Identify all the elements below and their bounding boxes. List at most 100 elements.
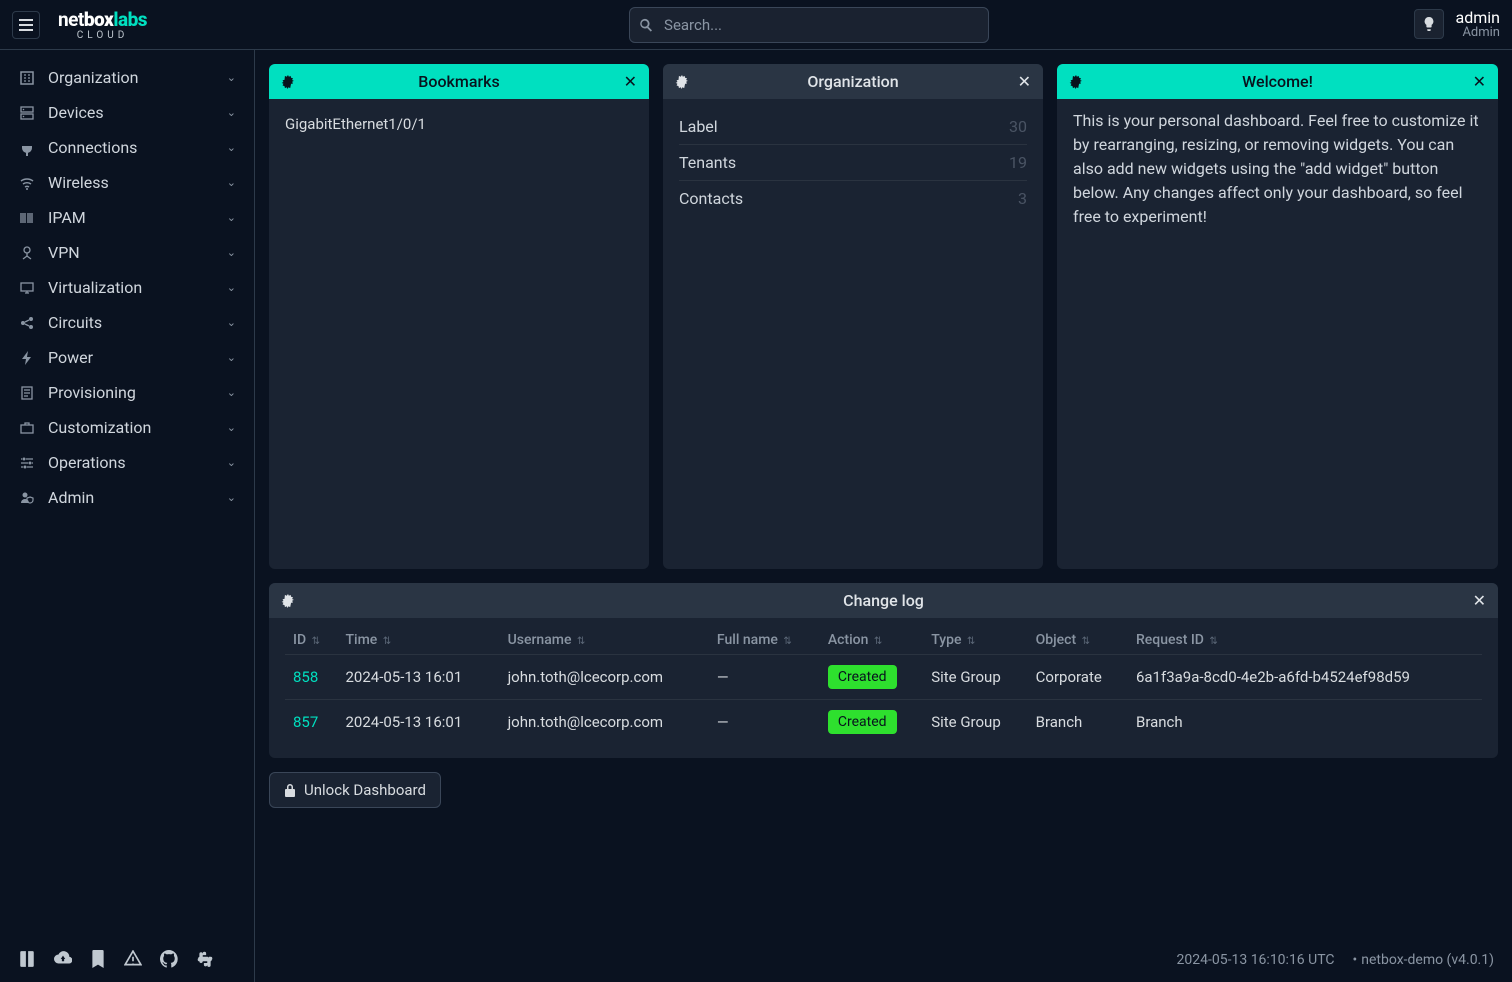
sidebar-item-vpn[interactable]: VPN⌄ [0, 235, 254, 270]
sidebar-item-virtualization[interactable]: Virtualization ⌄ [0, 270, 254, 305]
widget-header[interactable]: Bookmarks ✕ [269, 64, 649, 99]
widget-header[interactable]: Welcome! ✕ [1057, 64, 1498, 99]
alert-icon[interactable] [124, 950, 142, 968]
changelog-id-link[interactable]: 858 [293, 668, 318, 686]
column-header[interactable]: Type ⇅ [923, 626, 1027, 655]
widget-title: Organization [807, 72, 898, 91]
chevron-down-icon: ⌄ [227, 281, 236, 294]
theme-toggle[interactable] [1414, 9, 1444, 39]
close-icon[interactable]: ✕ [1018, 72, 1031, 91]
sidebar-item-label: Connections [48, 138, 137, 157]
close-icon[interactable]: ✕ [624, 72, 637, 91]
docs-icon[interactable] [18, 950, 36, 968]
cloud-icon[interactable] [54, 950, 72, 968]
gear-icon[interactable] [1069, 75, 1083, 89]
sidebar-item-connections[interactable]: Connections ⌄ [0, 130, 254, 165]
sort-icon: ⇅ [577, 636, 585, 647]
cell-type: Site Group [923, 655, 1027, 700]
sidebar-item-admin[interactable]: Admin⌄ [0, 480, 254, 515]
sidebar-item-label: Customization [48, 418, 151, 437]
column-header[interactable]: Username ⇅ [500, 626, 709, 655]
menu-icon [19, 19, 33, 31]
sidebar-item-provisioning[interactable]: Provisioning⌄ [0, 375, 254, 410]
widget-bookmarks: Bookmarks ✕ GigabitEthernet1/0/1 [269, 64, 649, 569]
chevron-down-icon: ⌄ [227, 176, 236, 189]
clipboard-icon [18, 385, 36, 401]
sort-icon: ⇅ [874, 636, 882, 647]
unlock-dashboard-button[interactable]: Unlock Dashboard [269, 772, 441, 808]
table-row: 8572024-05-13 16:01john.toth@lcecorp.com… [285, 700, 1482, 745]
slack-icon[interactable] [196, 950, 214, 968]
github-icon[interactable] [160, 950, 178, 968]
sidebar-item-organization[interactable]: Organization⌄ [0, 60, 254, 95]
widget-title: Change log [843, 591, 924, 610]
user-menu[interactable]: admin Admin [1456, 9, 1500, 41]
changelog-id-link[interactable]: 857 [293, 713, 318, 731]
sidebar-item-circuits[interactable]: Circuits⌄ [0, 305, 254, 340]
chevron-down-icon: ⌄ [227, 71, 236, 84]
column-header[interactable]: Full name ⇅ [709, 626, 820, 655]
sidebar-item-label: Power [48, 348, 93, 367]
cell-time: 2024-05-13 16:01 [337, 655, 499, 700]
welcome-text: This is your personal dashboard. Feel fr… [1073, 109, 1482, 229]
column-header[interactable]: Time ⇅ [337, 626, 499, 655]
building-icon [18, 70, 36, 86]
widget-header[interactable]: Organization ✕ [663, 64, 1043, 99]
widget-header[interactable]: Change log ✕ [269, 583, 1498, 618]
column-header[interactable]: ID ⇅ [285, 626, 337, 655]
sort-icon: ⇅ [312, 636, 320, 647]
table-row: 8582024-05-13 16:01john.toth@lcecorp.com… [285, 655, 1482, 700]
stat-label: Tenants [679, 153, 736, 172]
brand-logo[interactable]: netboxlabs CLOUD [58, 8, 147, 41]
widget-title: Bookmarks [418, 72, 499, 91]
topbar: netboxlabs CLOUD admin Admin [0, 0, 1512, 50]
column-header[interactable]: Request ID ⇅ [1128, 626, 1482, 655]
sidebar-item-operations[interactable]: Operations⌄ [0, 445, 254, 480]
sidebar-item-customization[interactable]: Customization ⌄ [0, 410, 254, 445]
widget-title: Welcome! [1242, 72, 1313, 91]
search-input[interactable] [629, 7, 989, 43]
lock-network-icon [18, 245, 36, 261]
sidebar-footer [0, 936, 254, 982]
footer-timestamp: 2024-05-13 16:10:16 UTC [1177, 952, 1335, 968]
bookmark-item[interactable]: GigabitEthernet1/0/1 [285, 109, 633, 139]
wifi-icon [18, 175, 36, 191]
gear-icon[interactable] [281, 75, 295, 89]
column-header[interactable]: Object ⇅ [1028, 626, 1128, 655]
sidebar-item-wireless[interactable]: Wireless ⌄ [0, 165, 254, 200]
stat-row[interactable]: Contacts3 [679, 181, 1027, 216]
stat-label: Contacts [679, 189, 743, 208]
sidebar-item-devices[interactable]: Devices⌄ [0, 95, 254, 130]
cell-time: 2024-05-13 16:01 [337, 700, 499, 745]
bookmark-icon[interactable] [90, 950, 106, 968]
chevron-down-icon: ⌄ [227, 421, 236, 434]
close-icon[interactable]: ✕ [1473, 591, 1486, 610]
column-header[interactable]: Action ⇅ [820, 626, 923, 655]
bolt-icon [18, 350, 36, 366]
stat-row[interactable]: Tenants19 [679, 145, 1027, 181]
monitor-icon [18, 280, 36, 296]
sidebar-item-ipam[interactable]: IPAM⌄ [0, 200, 254, 235]
sidebar-item-power[interactable]: Power⌄ [0, 340, 254, 375]
dashboard-main: Bookmarks ✕ GigabitEthernet1/0/1 Organiz… [255, 50, 1512, 982]
user-role: Admin [1456, 26, 1500, 40]
close-icon[interactable]: ✕ [1473, 72, 1486, 91]
user-name: admin [1456, 9, 1500, 27]
chevron-down-icon: ⌄ [227, 141, 236, 154]
stat-value: 30 [1009, 117, 1027, 136]
lock-icon [284, 783, 296, 797]
sidebar-item-label: Wireless [48, 173, 109, 192]
stat-row[interactable]: Label30 [679, 109, 1027, 145]
lightbulb-icon [1422, 17, 1436, 31]
cell-requestid: 6a1f3a9a-8cd0-4e2b-a6fd-b4524ef98d59 [1128, 655, 1482, 700]
gear-icon[interactable] [281, 594, 295, 608]
sort-icon: ⇅ [1209, 636, 1217, 647]
action-badge: Created [828, 710, 897, 734]
widget-changelog: Change log ✕ ID ⇅Time ⇅Username ⇅Full na… [269, 583, 1498, 758]
search-icon [639, 18, 653, 32]
menu-button[interactable] [12, 11, 40, 39]
changelog-table: ID ⇅Time ⇅Username ⇅Full name ⇅Action ⇅T… [285, 626, 1482, 744]
gear-icon[interactable] [675, 75, 689, 89]
unlock-label: Unlock Dashboard [304, 781, 426, 799]
sidebar-item-label: Virtualization [48, 278, 142, 297]
